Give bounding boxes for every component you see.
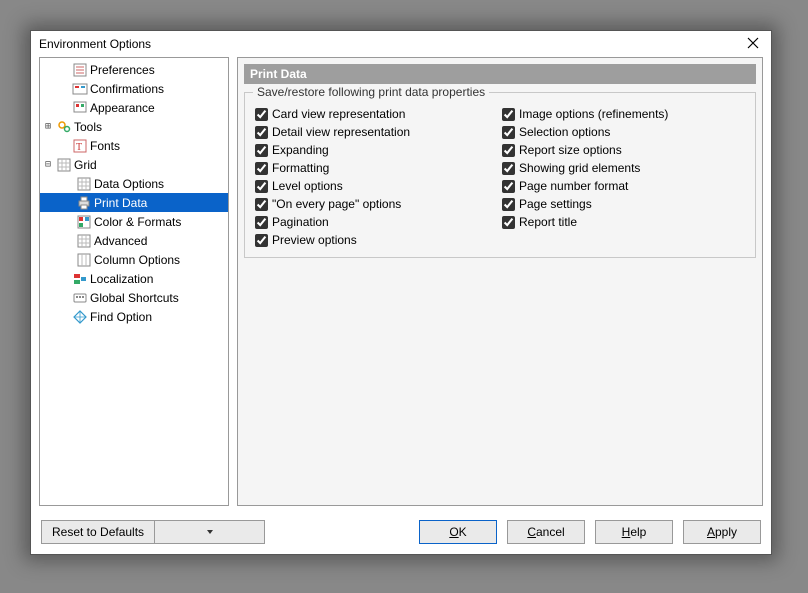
group-legend: Save/restore following print data proper…	[253, 85, 489, 99]
chk-page-number-format[interactable]	[502, 180, 515, 193]
chk-report-title[interactable]	[502, 216, 515, 229]
chk-image-options[interactable]	[502, 108, 515, 121]
window-title: Environment Options	[39, 37, 741, 51]
tools-icon	[56, 119, 72, 135]
close-button[interactable]	[741, 36, 765, 52]
color-formats-icon	[76, 214, 92, 230]
confirmations-icon	[72, 81, 88, 97]
tree-label: Global Shortcuts	[90, 291, 179, 305]
chk-page-settings[interactable]	[502, 198, 515, 211]
expand-placeholder	[58, 64, 70, 75]
tree-item-column-options[interactable]: Column Options	[40, 250, 228, 269]
lbl-showing-grid: Showing grid elements	[519, 161, 640, 175]
tree-item-preferences[interactable]: Preferences	[44, 60, 228, 79]
tree-label: Print Data	[94, 196, 147, 210]
chk-pagination[interactable]	[255, 216, 268, 229]
save-restore-group: Save/restore following print data proper…	[244, 92, 756, 258]
lbl-report-size: Report size options	[519, 143, 622, 157]
localization-icon	[72, 271, 88, 287]
find-icon	[72, 309, 88, 325]
tree-label: Localization	[90, 272, 153, 286]
lbl-expanding: Expanding	[272, 143, 329, 157]
tree-label: Data Options	[94, 177, 164, 191]
column-options-icon	[76, 252, 92, 268]
close-icon	[747, 37, 759, 49]
help-button[interactable]: Help	[595, 520, 673, 544]
svg-text:T: T	[76, 142, 82, 153]
nav-tree: Preferences Confirmations Appearance	[39, 57, 229, 506]
chk-expanding[interactable]	[255, 144, 268, 157]
preferences-icon	[72, 62, 88, 78]
lbl-formatting: Formatting	[272, 161, 329, 175]
shortcuts-icon	[72, 290, 88, 306]
tree-label: Preferences	[90, 63, 155, 77]
content-pane: Print Data Save/restore following print …	[237, 57, 763, 506]
panel-title: Print Data	[244, 64, 756, 84]
chk-level-options[interactable]	[255, 180, 268, 193]
lbl-report-title: Report title	[519, 215, 577, 229]
tree-item-confirmations[interactable]: Confirmations	[44, 79, 228, 98]
lbl-on-every-page: "On every page" options	[272, 197, 401, 211]
tree-item-fonts[interactable]: T Fonts	[44, 136, 228, 155]
tree-item-advanced[interactable]: Advanced	[40, 231, 228, 250]
apply-button[interactable]: Apply	[683, 520, 761, 544]
lbl-level-options: Level options	[272, 179, 343, 193]
tree-label: Advanced	[94, 234, 147, 248]
chk-preview-options[interactable]	[255, 234, 268, 247]
lbl-page-settings: Page settings	[519, 197, 592, 211]
grid-icon	[56, 157, 72, 173]
tree-label: Confirmations	[90, 82, 164, 96]
tree-item-color-formats[interactable]: Color & Formats	[40, 212, 228, 231]
advanced-icon	[76, 233, 92, 249]
expand-icon[interactable]: ⊞	[42, 121, 54, 132]
tree-item-print-data[interactable]: Print Data	[40, 193, 228, 212]
fonts-icon: T	[72, 138, 88, 154]
tree-label: Fonts	[90, 139, 120, 153]
data-options-icon	[76, 176, 92, 192]
chk-formatting[interactable]	[255, 162, 268, 175]
lbl-preview-options: Preview options	[272, 233, 357, 247]
lbl-card-view: Card view representation	[272, 107, 405, 121]
tree-item-grid[interactable]: ⊟ Grid	[40, 155, 228, 174]
reset-defaults-button[interactable]: Reset to Defaults	[41, 520, 155, 544]
collapse-icon[interactable]: ⊟	[42, 159, 54, 170]
tree-item-global-shortcuts[interactable]: Global Shortcuts	[44, 288, 228, 307]
chk-report-size[interactable]	[502, 144, 515, 157]
lbl-pagination: Pagination	[272, 215, 329, 229]
environment-options-dialog: Environment Options Preferences	[30, 30, 772, 555]
tree-label: Grid	[74, 158, 97, 172]
tree-label: Find Option	[90, 310, 152, 324]
lbl-detail-view: Detail view representation	[272, 125, 410, 139]
titlebar: Environment Options	[31, 31, 771, 57]
lbl-page-number-format: Page number format	[519, 179, 628, 193]
lbl-selection-options: Selection options	[519, 125, 610, 139]
chk-on-every-page[interactable]	[255, 198, 268, 211]
chk-showing-grid[interactable]	[502, 162, 515, 175]
chk-detail-view[interactable]	[255, 126, 268, 139]
tree-item-appearance[interactable]: Appearance	[44, 98, 228, 117]
tree-label: Appearance	[90, 101, 155, 115]
tree-item-find-option[interactable]: Find Option	[44, 307, 228, 326]
tree-item-localization[interactable]: Localization	[44, 269, 228, 288]
chevron-down-icon	[206, 528, 214, 536]
tree-item-data-options[interactable]: Data Options	[40, 174, 228, 193]
tree-label: Column Options	[94, 253, 180, 267]
chk-card-view[interactable]	[255, 108, 268, 121]
lbl-image-options: Image options (refinements)	[519, 107, 668, 121]
footer: Reset to Defaults OK Cancel Help Apply	[31, 510, 771, 554]
chk-selection-options[interactable]	[502, 126, 515, 139]
cancel-button[interactable]: Cancel	[507, 520, 585, 544]
reset-defaults-dropdown[interactable]	[155, 520, 265, 544]
tree-label: Tools	[74, 120, 102, 134]
tree-item-tools[interactable]: ⊞ Tools	[40, 117, 228, 136]
appearance-icon	[72, 100, 88, 116]
tree-label: Color & Formats	[94, 215, 181, 229]
ok-button[interactable]: OK	[419, 520, 497, 544]
printer-icon	[76, 195, 92, 211]
